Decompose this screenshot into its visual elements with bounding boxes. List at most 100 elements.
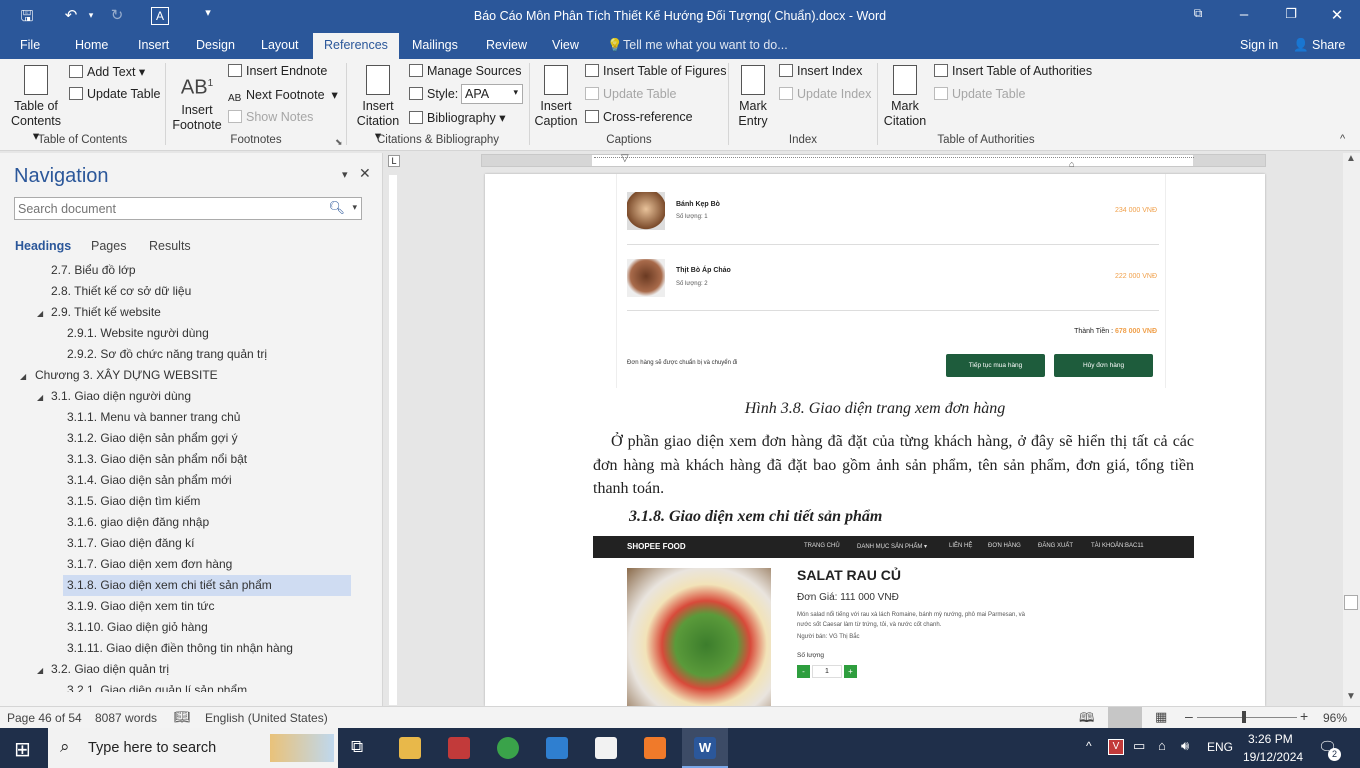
heading-item-selected[interactable]: 3.1.8. Giao diện xem chi tiết sản phẩm [63, 575, 351, 596]
share-button[interactable]: Share [1312, 38, 1345, 52]
heading-item[interactable]: 3.1.2. Giao diện sản phẩm gợi ý [67, 428, 238, 449]
tab-design[interactable]: Design [196, 38, 235, 52]
tab-references[interactable]: References [313, 33, 399, 59]
collapse-triangle-icon[interactable]: ◢ [37, 309, 43, 318]
heading-item[interactable]: 3.1.7. Giao diện xem đơn hàng [67, 554, 232, 575]
heading-item[interactable]: 3.1.5. Giao diện tìm kiếm [67, 491, 200, 512]
xampp-icon[interactable] [644, 737, 666, 759]
heading-item[interactable]: Chương 3. XÂY DỰNG WEBSITE [35, 365, 218, 386]
network-icon[interactable]: ⌂ [1158, 738, 1166, 753]
collapse-triangle-icon[interactable]: ◢ [20, 372, 26, 381]
print-layout-icon[interactable] [1108, 707, 1142, 728]
footnotes-launcher-icon[interactable]: ⬊ [335, 137, 343, 148]
heading-item[interactable]: 2.9. Thiết kế website [51, 302, 161, 323]
heading-item[interactable]: 3.1.6. giao diện đăng nhập [67, 512, 209, 533]
insert-citation-button[interactable]: Insert Citation ▾ [352, 65, 404, 144]
file-explorer-icon[interactable] [399, 737, 421, 759]
right-indent-icon[interactable]: ⌂ [1069, 159, 1074, 169]
insert-caption-button[interactable]: Insert Caption [534, 65, 578, 129]
nav-tab-headings[interactable]: Headings [15, 239, 71, 253]
taskbar-search[interactable]: ⌕ Type here to search [48, 728, 338, 768]
antivirus-icon[interactable]: V [1108, 739, 1124, 755]
pane-options-icon[interactable]: ▾ [342, 168, 348, 181]
windows-start-icon[interactable]: ⊞ [14, 737, 31, 762]
next-footnote-button[interactable]: AB Next Footnote ▾ [228, 87, 338, 106]
tab-mailings[interactable]: Mailings [412, 38, 458, 52]
document-page[interactable]: Bánh Kẹp Bò Số lượng: 1 234 000 VNĐ Thịt… [485, 174, 1265, 706]
page-count[interactable]: Page 46 of 54 [7, 711, 82, 725]
heading-item[interactable]: 3.1.4. Giao diện sản phẩm mới [67, 470, 232, 491]
heading-item[interactable]: 3.1.9. Giao diện xem tin tức [67, 596, 214, 617]
heading-item[interactable]: 3.1.3. Giao diện sản phẩm nổi bật [67, 449, 247, 470]
show-hidden-icons[interactable]: ^ [1086, 739, 1092, 753]
tab-home[interactable]: Home [75, 38, 108, 52]
tab-view[interactable]: View [552, 38, 579, 52]
heading-item[interactable]: 2.8. Thiết kế cơ sở dữ liệu [51, 281, 191, 302]
clock-date[interactable]: 19/12/2024 [1243, 750, 1303, 764]
heading-item[interactable]: 3.2.1. Giao diện quản lí sản phẩm [67, 680, 247, 692]
collapse-ribbon-icon[interactable]: ^ [1340, 133, 1345, 145]
web-layout-icon[interactable]: ▦ [1155, 709, 1167, 725]
restore-button[interactable]: ❐ [1276, 6, 1306, 22]
update-table-toa-button[interactable]: Update Table [934, 87, 1025, 101]
show-notes-button[interactable]: Show Notes [228, 110, 313, 124]
heading-item[interactable]: 3.1.10. Giao diện giỏ hàng [67, 617, 208, 638]
insert-table-of-figures-button[interactable]: Insert Table of Figures [585, 64, 726, 78]
mark-citation-button[interactable]: Mark Citation [882, 65, 928, 129]
heading-item[interactable]: 2.7. Biểu đồ lớp [51, 260, 136, 281]
heading-item[interactable]: 3.1. Giao diện người dùng [51, 386, 191, 407]
insert-endnote-button[interactable]: Insert Endnote [228, 64, 327, 78]
table-of-contents-button[interactable]: Table of Contents ▾ [8, 65, 64, 144]
minimize-button[interactable]: – [1229, 6, 1259, 23]
update-table-captions-button[interactable]: Update Table [585, 87, 676, 101]
app-icon[interactable] [448, 737, 470, 759]
vscode-icon[interactable] [546, 737, 568, 759]
vertical-scrollbar[interactable]: ▲ ▼ [1343, 153, 1360, 706]
update-index-button[interactable]: Update Index [779, 87, 871, 101]
close-pane-icon[interactable]: ✕ [359, 165, 371, 182]
nav-tab-pages[interactable]: Pages [91, 239, 126, 253]
tab-insert[interactable]: Insert [138, 38, 169, 52]
update-table-toc-button[interactable]: Update Table [69, 87, 160, 101]
heading-item[interactable]: 3.1.1. Menu và banner trang chủ [67, 407, 240, 428]
tell-me-box[interactable]: Tell me what you want to do... [623, 38, 788, 52]
store-icon[interactable] [595, 737, 617, 759]
nav-tab-results[interactable]: Results [149, 239, 191, 253]
word-count[interactable]: 8087 words [95, 711, 157, 725]
insert-index-button[interactable]: Insert Index [779, 64, 862, 78]
cross-reference-button[interactable]: Cross-reference [585, 110, 693, 124]
zoom-level[interactable]: 96% [1323, 711, 1347, 725]
insert-toa-button[interactable]: Insert Table of Authorities [934, 64, 1092, 78]
task-view-icon[interactable]: ⧉ [351, 737, 363, 757]
tab-file[interactable]: File [20, 38, 40, 52]
ribbon-display-icon[interactable]: ⧉ [1183, 6, 1213, 21]
tab-layout[interactable]: Layout [261, 38, 299, 52]
indent-marker-icon[interactable]: ▽ [621, 153, 629, 164]
mark-entry-button[interactable]: Mark Entry [733, 65, 773, 129]
zoom-out-icon[interactable]: – [1185, 708, 1193, 724]
bibliography-button[interactable]: Bibliography ▾ [409, 110, 506, 125]
clock-time[interactable]: 3:26 PM [1248, 732, 1293, 746]
heading-item[interactable]: 3.1.7. Giao diện đăng kí [67, 533, 194, 554]
manage-sources-button[interactable]: Manage Sources [409, 64, 522, 78]
scroll-thumb[interactable] [1344, 595, 1358, 610]
browser-icon[interactable] [497, 737, 519, 759]
tab-selector[interactable]: L [388, 155, 400, 167]
collapse-triangle-icon[interactable]: ◢ [37, 666, 43, 675]
search-icon[interactable]: 🔍︎ [328, 200, 345, 216]
add-text-button[interactable]: Add Text ▾ [69, 64, 145, 79]
heading-item[interactable]: 3.1.11. Giao diện điền thông tin nhận hà… [67, 638, 293, 659]
zoom-in-icon[interactable]: + [1300, 708, 1308, 724]
insert-footnote-button[interactable]: AB1 Insert Footnote [172, 69, 222, 133]
zoom-slider[interactable] [1197, 717, 1297, 718]
input-language[interactable]: ENG [1207, 740, 1233, 754]
scroll-down-icon[interactable]: ▼ [1346, 691, 1356, 702]
tab-review[interactable]: Review [486, 38, 527, 52]
scroll-up-icon[interactable]: ▲ [1346, 153, 1356, 164]
zoom-slider-thumb[interactable] [1242, 711, 1246, 723]
battery-icon[interactable]: ▭ [1133, 738, 1145, 754]
style-dropdown[interactable]: APA ▾ [461, 84, 523, 104]
proofing-icon[interactable]: 📖︎ [174, 709, 191, 725]
language-indicator[interactable]: English (United States) [205, 711, 328, 725]
volume-icon[interactable]: 🔊︎ [1181, 738, 1189, 754]
